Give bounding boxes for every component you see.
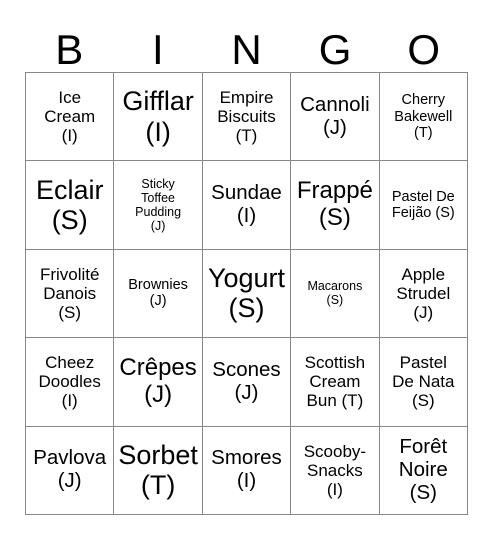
bingo-cell-label: Sundae (I) <box>211 181 282 228</box>
bingo-cell-r3c4[interactable]: Macarons (S) <box>291 249 380 339</box>
bingo-cell-label: Macarons (S) <box>307 279 363 308</box>
bingo-header-letter-b: B <box>55 26 84 73</box>
bingo-cell-label: Scottish Cream Bun (T) <box>304 353 366 411</box>
bingo-grid: Ice Cream (I) Gifflar (I) Empire Biscuits … <box>25 72 468 515</box>
bingo-cell-label: Gifflar (I) <box>122 86 194 147</box>
bingo-header: BINGO <box>25 18 468 72</box>
bingo-cell-r5c3[interactable]: Smores (I) <box>202 426 292 515</box>
bingo-header-letter-i: I <box>152 26 164 73</box>
bingo-cell-label: Empire Biscuits (T) <box>217 88 276 146</box>
bingo-cell-label: Brownies (J) <box>128 277 188 310</box>
bingo-cell-r5c2[interactable]: Sorbet (T) <box>114 426 203 515</box>
bingo-cell-label: Apple Strudel (J) <box>396 264 451 322</box>
bingo-card: B I N G O Ice Cream (I) Gifflar (I) Empire Bis… <box>0 0 500 544</box>
bingo-cell-r1c3[interactable]: Empire Biscuits (T) <box>202 73 292 162</box>
bingo-cell-label: Pastel De Nata (S) <box>392 353 455 411</box>
bingo-cell-r3c3[interactable]: Yogurt (S) <box>202 249 292 339</box>
bingo-cell-label: Scones (J) <box>212 357 281 404</box>
bingo-cell-label: Frappé (S) <box>296 177 373 232</box>
bingo-cell-r5c1[interactable]: Pavlova (J) <box>26 426 115 515</box>
bingo-cell-label: Frivolité Danois (S) <box>39 264 100 322</box>
bingo-cell-label: Smores (I) <box>211 446 282 493</box>
bingo-cell-r5c5[interactable]: Forêt Noire (S) <box>379 426 468 515</box>
bingo-cell-label: Sorbet (T) <box>118 440 198 501</box>
bingo-cell-r3c5[interactable]: Apple Strudel (J) <box>379 249 468 339</box>
bingo-cell-r4c4[interactable]: Scottish Cream Bun (T) <box>291 338 380 427</box>
bingo-cell-r2c1[interactable]: Eclair (S) <box>26 161 115 250</box>
bingo-cell-r4c1[interactable]: Cheez Doodles (I) <box>26 338 115 427</box>
bingo-cell-r1c2[interactable]: Gifflar (I) <box>114 73 203 162</box>
bingo-cell-r2c5[interactable]: Pastel De Feijão (S) <box>379 161 468 250</box>
bingo-header-letter-g: G <box>318 26 352 73</box>
bingo-cell-label: Sticky Toffee Pudding (J) <box>135 177 182 234</box>
bingo-cell-label: Pavlova (J) <box>33 446 107 493</box>
bingo-header-letter-n: N <box>231 26 262 73</box>
bingo-header-letter-o: O <box>407 26 440 73</box>
bingo-cell-r5c4[interactable]: Scooby- Snacks (I) <box>291 426 380 515</box>
bingo-cell-r1c1[interactable]: Ice Cream (I) <box>26 73 115 162</box>
bingo-cell-label: Scooby- Snacks (I) <box>303 441 367 499</box>
bingo-cell-r1c5[interactable]: Cherry Bakewell (T) <box>379 73 468 162</box>
bingo-cell-label: Ice Cream (I) <box>44 88 96 146</box>
bingo-cell-r4c3[interactable]: Scones (J) <box>202 338 292 427</box>
bingo-cell-r2c3[interactable]: Sundae (I) <box>202 161 292 250</box>
bingo-cell-r1c4[interactable]: Cannoli (J) <box>291 73 380 162</box>
bingo-cell-label: Eclair (S) <box>35 174 104 236</box>
bingo-cell-r3c2[interactable]: Brownies (J) <box>114 249 203 339</box>
bingo-cell-label: Pastel De Feijão (S) <box>391 188 455 222</box>
bingo-cell-label: Yogurt (S) <box>207 263 286 324</box>
bingo-cell-label: Crêpes (J) <box>119 354 197 408</box>
bingo-cell-r2c4[interactable]: Frappé (S) <box>291 161 380 250</box>
bingo-cell-r2c2[interactable]: Sticky Toffee Pudding (J) <box>114 161 203 250</box>
bingo-cell-r4c5[interactable]: Pastel De Nata (S) <box>379 338 468 427</box>
bingo-cell-label: Forêt Noire (S) <box>398 434 448 504</box>
bingo-cell-label: Cheez Doodles (I) <box>38 353 101 411</box>
bingo-cell-label: Cherry Bakewell (T) <box>394 92 453 141</box>
bingo-cell-r3c1[interactable]: Frivolité Danois (S) <box>26 249 115 339</box>
bingo-cell-r4c2[interactable]: Crêpes (J) <box>114 338 203 427</box>
bingo-cell-label: Cannoli (J) <box>300 92 370 139</box>
